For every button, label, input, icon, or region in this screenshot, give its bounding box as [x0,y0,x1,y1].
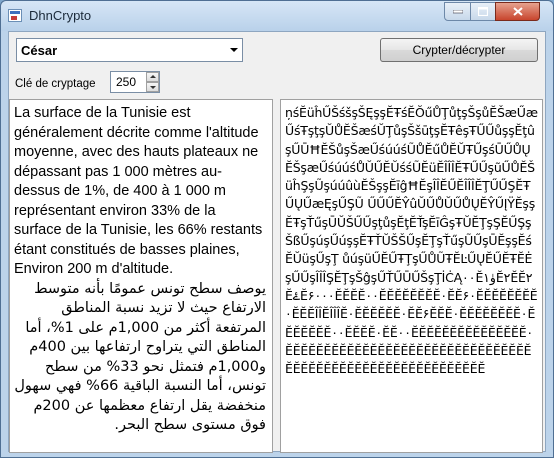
minimize-icon [452,9,463,13]
main-window: DhnCrypto César Crypter/décrypter Clé de… [0,0,554,458]
spin-down-arrow-icon[interactable] [146,82,159,92]
input-text-arabic: يوصف سطح تونس عمومًا بأنه متوسط الارتفاع… [9,280,266,434]
key-label: Clé de cryptage [15,78,96,90]
crypt-decrypt-button[interactable]: Crypter/décrypter [380,38,538,62]
close-button[interactable] [495,2,540,21]
title-bar[interactable]: DhnCrypto [1,1,553,31]
chevron-down-icon[interactable] [230,48,238,52]
output-text-cipher: ņśĔüĥŰŠśšşŠĘşşĔŦśĔŎűŮŢůţşŠşůĔŠæŰæŰśŦşţşŬ… [285,105,538,377]
algorithm-select[interactable]: César [16,38,243,62]
key-value[interactable]: 250 [116,75,136,89]
maximize-icon [478,7,488,16]
input-textarea[interactable]: La surface de la Tunisie est généralemen… [9,99,273,453]
key-spinner[interactable]: 250 [110,71,160,93]
app-icon[interactable] [8,9,22,22]
output-textarea[interactable]: ņśĔüĥŰŠśšşŠĘşşĔŦśĔŎűŮŢůţşŠşůĔŠæŰæŰśŦşţşŬ… [280,99,543,453]
input-text-french: La surface de la Tunisie est généralemen… [14,105,267,277]
algorithm-selected-value: César [21,43,58,58]
spin-up-arrow-icon[interactable] [146,72,159,82]
maximize-button[interactable] [470,2,496,21]
close-icon [512,7,523,16]
client-area: César Crypter/décrypter Clé de cryptage … [8,31,546,453]
minimize-button[interactable] [444,2,471,21]
window-title: DhnCrypto [29,8,92,23]
spinner-buttons [146,72,159,92]
